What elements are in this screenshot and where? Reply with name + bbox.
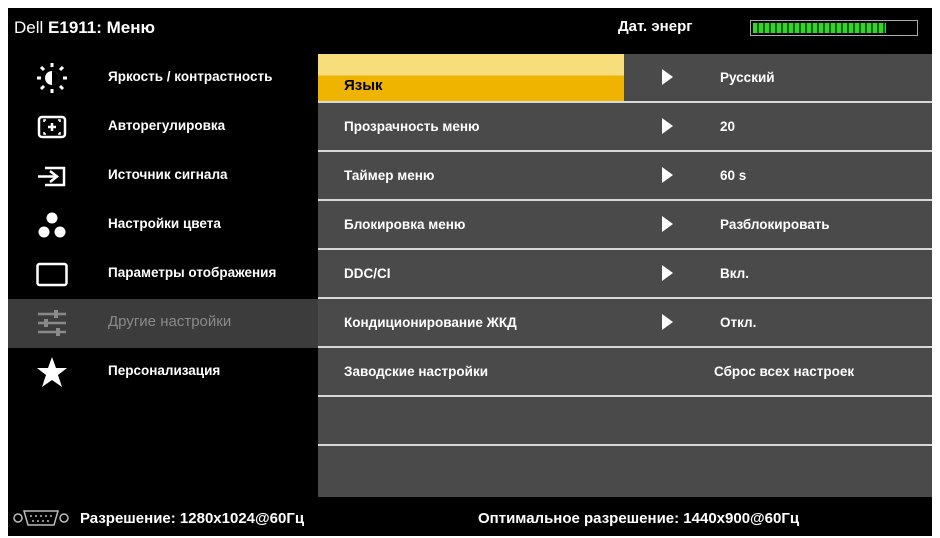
row-factory-reset[interactable]: Заводские настройки Сброс всех настроек (318, 348, 932, 397)
vga-connector-icon (13, 510, 69, 526)
sidebar-item-input-source[interactable]: Источник сигнала (8, 152, 318, 201)
title-bar: Dell E1911: Меню Дат. энерг (8, 8, 932, 46)
row-ddc-ci[interactable]: DDC/CI Вкл. (318, 250, 932, 299)
settings-panel: Язык Русский Прозрачность меню 20 Таймер… (318, 54, 932, 497)
sidebar-item-auto-adjust[interactable]: Авторегулировка (8, 103, 318, 152)
star-icon (37, 357, 67, 387)
arrow-right-icon (662, 69, 673, 85)
display-settings-icon (36, 262, 68, 287)
current-resolution: Разрешение: 1280x1024@60Гц (80, 510, 305, 527)
sidebar-item-label: Яркость / контрастность (108, 69, 273, 84)
sidebar-item-label: Персонализация (108, 363, 221, 378)
row-value: 20 (720, 119, 736, 134)
sidebar-menu: Яркость / контрастность Авторегулировка … (8, 54, 318, 397)
selection-highlight: Язык (318, 54, 624, 101)
row-menu-lock[interactable]: Блокировка меню Разблокировать (318, 201, 932, 250)
menu-title: Dell E1911: Меню (14, 18, 155, 38)
row-menu-transparency[interactable]: Прозрачность меню 20 (318, 103, 932, 152)
row-label: Прозрачность меню (344, 119, 480, 134)
row-value: 60 s (720, 168, 747, 183)
row-value: Сброс всех настроек (714, 364, 855, 379)
model-menu-label: E1911: Меню (48, 18, 156, 37)
sidebar-item-label: Источник сигнала (108, 167, 228, 182)
sliders-icon (38, 310, 66, 336)
row-label: Таймер меню (344, 168, 435, 183)
empty-row (318, 397, 932, 446)
brand-name: Dell (14, 18, 44, 37)
sidebar-item-label: Авторегулировка (108, 118, 226, 133)
energy-meter-fill (753, 23, 886, 33)
sidebar-item-brightness-contrast[interactable]: Яркость / контрастность (8, 54, 318, 103)
brightness-icon (37, 63, 67, 93)
row-value: Русский (720, 70, 775, 85)
sidebar-item-label: Параметры отображения (108, 265, 277, 280)
row-label: Кондиционирование ЖКД (344, 315, 517, 330)
row-label: DDC/CI (344, 266, 391, 281)
osd-window: Dell E1911: Меню Дат. энерг Яркость / ко… (8, 8, 932, 536)
row-lcd-conditioning[interactable]: Кондиционирование ЖКД Откл. (318, 299, 932, 348)
arrow-right-icon (662, 167, 673, 183)
arrow-right-icon (662, 216, 673, 232)
sidebar-item-label: Другие настройки (108, 313, 232, 330)
energy-meter (750, 20, 918, 36)
row-menu-timer[interactable]: Таймер меню 60 s (318, 152, 932, 201)
row-label: Блокировка меню (344, 217, 466, 232)
arrow-right-icon (662, 314, 673, 330)
row-label: Язык (344, 77, 383, 94)
row-value: Вкл. (720, 266, 749, 281)
row-label: Заводские настройки (344, 364, 488, 379)
auto-adjust-icon (37, 115, 67, 139)
row-value: Откл. (720, 315, 757, 330)
status-bar: Разрешение: 1280x1024@60Гц Оптимальное р… (8, 498, 932, 536)
sidebar-item-color-settings[interactable]: Настройки цвета (8, 201, 318, 250)
sidebar-item-display-settings[interactable]: Параметры отображения (8, 250, 318, 299)
arrow-right-icon (662, 118, 673, 134)
sidebar-item-other-settings[interactable]: Другие настройки (8, 299, 318, 348)
sidebar-item-personalize[interactable]: Персонализация (8, 348, 318, 397)
input-source-icon (38, 166, 66, 187)
row-value: Разблокировать (720, 217, 830, 232)
row-language[interactable]: Язык Русский (318, 54, 932, 103)
arrow-right-icon (662, 265, 673, 281)
color-settings-icon (38, 212, 66, 238)
energy-meter-label: Дат. энерг (618, 18, 693, 35)
sidebar-item-label: Настройки цвета (108, 216, 221, 231)
optimal-resolution: Оптимальное разрешение: 1440x900@60Гц (478, 510, 800, 527)
